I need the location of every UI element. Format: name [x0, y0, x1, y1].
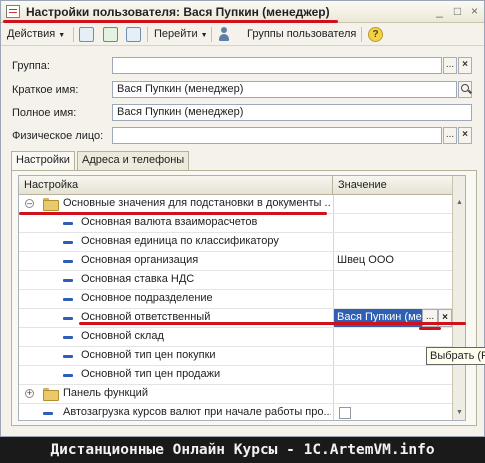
row-name: Автозагрузка курсов валют при начале раб… — [63, 406, 331, 418]
group-label: Группа: — [12, 60, 50, 72]
setting-row[interactable]: Основная организация Швец ООО — [19, 252, 452, 271]
full-name-label: Полное имя: — [12, 107, 77, 119]
group-row-underline-annotation — [19, 212, 327, 215]
person-field[interactable] — [112, 127, 442, 144]
setting-item-icon — [63, 241, 73, 244]
actions-label: Действия — [7, 28, 56, 40]
course-banner: Дистанционные Онлайн Курсы - 1C.ArtemVM.… — [0, 437, 485, 463]
setting-item-icon — [63, 336, 73, 339]
toolbar-separator — [147, 27, 148, 42]
short-name-label: Краткое имя: — [12, 84, 79, 96]
row-name: Основной тип цен продажи — [81, 368, 221, 380]
user-settings-window: Настройки пользователя: Вася Пупкин (мен… — [0, 0, 485, 437]
setting-item-icon — [63, 374, 73, 377]
setting-item-icon — [63, 355, 73, 358]
setting-row[interactable]: Основной тип цен покупки — [19, 347, 452, 366]
folder-icon — [43, 388, 59, 401]
vertical-scrollbar[interactable]: ▲ ▼ — [452, 176, 465, 420]
group-clear-button[interactable]: × — [458, 57, 472, 74]
document-icon[interactable] — [126, 27, 141, 42]
autoload-checkbox[interactable] — [339, 407, 351, 419]
row-name: Основные значения для подстановки в доку… — [63, 197, 331, 209]
setting-item-icon — [63, 298, 73, 301]
setting-item-icon — [63, 279, 73, 282]
app-icon — [6, 5, 20, 18]
row-name: Основная ставка НДС — [81, 273, 195, 285]
responsible-row-underline-annotation — [79, 322, 466, 325]
tab-addresses-phones[interactable]: Адреса и телефоны — [77, 151, 190, 170]
column-header-value[interactable]: Значение — [333, 176, 453, 195]
row-name: Основное подразделение — [81, 292, 213, 304]
toolbar: Действия ▼ Перейти ▼ Группы пользователя ? — [1, 23, 484, 46]
row-name: Основной тип цен покупки — [81, 349, 216, 361]
full-name-field[interactable]: Вася Пупкин (менеджер) — [112, 104, 472, 121]
toolbar-separator — [361, 27, 362, 42]
refresh-icon[interactable] — [103, 27, 118, 42]
group-select-button[interactable]: ... — [443, 57, 457, 74]
dropdown-arrow-icon: ▼ — [58, 32, 66, 39]
select-tooltip: Выбрать (F4) — [426, 347, 485, 365]
goto-label: Перейти — [154, 28, 198, 40]
setting-row-selected[interactable]: Основной ответственный Вася Пупкин (мене… — [19, 309, 452, 328]
dropdown-arrow-icon: ▼ — [200, 32, 208, 39]
setting-row[interactable]: Основной склад — [19, 328, 452, 347]
row-value: Швец ООО — [337, 254, 394, 266]
expand-icon[interactable]: + — [25, 389, 34, 398]
goto-menu-button[interactable]: Перейти ▼ — [154, 26, 208, 43]
row-name: Панель функций — [63, 387, 148, 399]
setting-row[interactable]: Основная ставка НДС — [19, 271, 452, 290]
folder-icon — [43, 198, 59, 211]
collapse-icon[interactable]: – — [25, 199, 34, 208]
setting-row[interactable]: Основная валюта взаиморасчетов — [19, 214, 452, 233]
person-clear-button[interactable]: × — [458, 127, 472, 144]
tree-group-row[interactable]: + Панель функций — [19, 385, 452, 404]
scroll-down-icon[interactable]: ▼ — [453, 406, 465, 419]
minimize-button[interactable]: _ — [433, 5, 446, 18]
scroll-up-icon[interactable]: ▲ — [453, 196, 465, 209]
close-button[interactable]: × — [468, 5, 481, 18]
setting-row[interactable]: Автозагрузка курсов валют при начале раб… — [19, 404, 452, 420]
window-title: Настройки пользователя: Вася Пупкин (мен… — [26, 5, 330, 19]
user-groups-button[interactable]: Группы пользователя — [247, 26, 356, 43]
toolbar-separator — [73, 27, 74, 42]
maximize-button[interactable]: □ — [451, 5, 464, 18]
tab-settings[interactable]: Настройки — [11, 151, 75, 171]
setting-row[interactable]: Основная единица по классификатору — [19, 233, 452, 252]
toolbar-separator — [211, 27, 212, 42]
setting-row[interactable]: Основной тип цен продажи — [19, 366, 452, 385]
setting-row[interactable]: Основное подразделение — [19, 290, 452, 309]
actions-menu-button[interactable]: Действия ▼ — [7, 26, 65, 43]
row-name: Основной склад — [81, 330, 164, 342]
row-name: Основная валюта взаиморасчетов — [81, 216, 258, 228]
row-name: Основная организация — [81, 254, 199, 266]
person-label: Физическое лицо: — [12, 130, 104, 142]
setting-item-icon — [63, 317, 73, 320]
row-name: Основная единица по классификатору — [81, 235, 279, 247]
user-icon — [218, 27, 230, 42]
setting-item-icon — [63, 222, 73, 225]
save-record-icon[interactable] — [79, 27, 94, 42]
help-icon[interactable]: ? — [368, 27, 383, 42]
person-select-button[interactable]: ... — [443, 127, 457, 144]
column-header-setting[interactable]: Настройка — [19, 176, 333, 195]
short-name-field[interactable]: Вася Пупкин (менеджер) — [112, 81, 457, 98]
search-icon[interactable] — [458, 81, 472, 98]
setting-item-icon — [63, 260, 73, 263]
setting-item-icon — [43, 412, 53, 415]
group-field[interactable] — [112, 57, 442, 74]
select-button-underline-annotation — [419, 327, 441, 330]
